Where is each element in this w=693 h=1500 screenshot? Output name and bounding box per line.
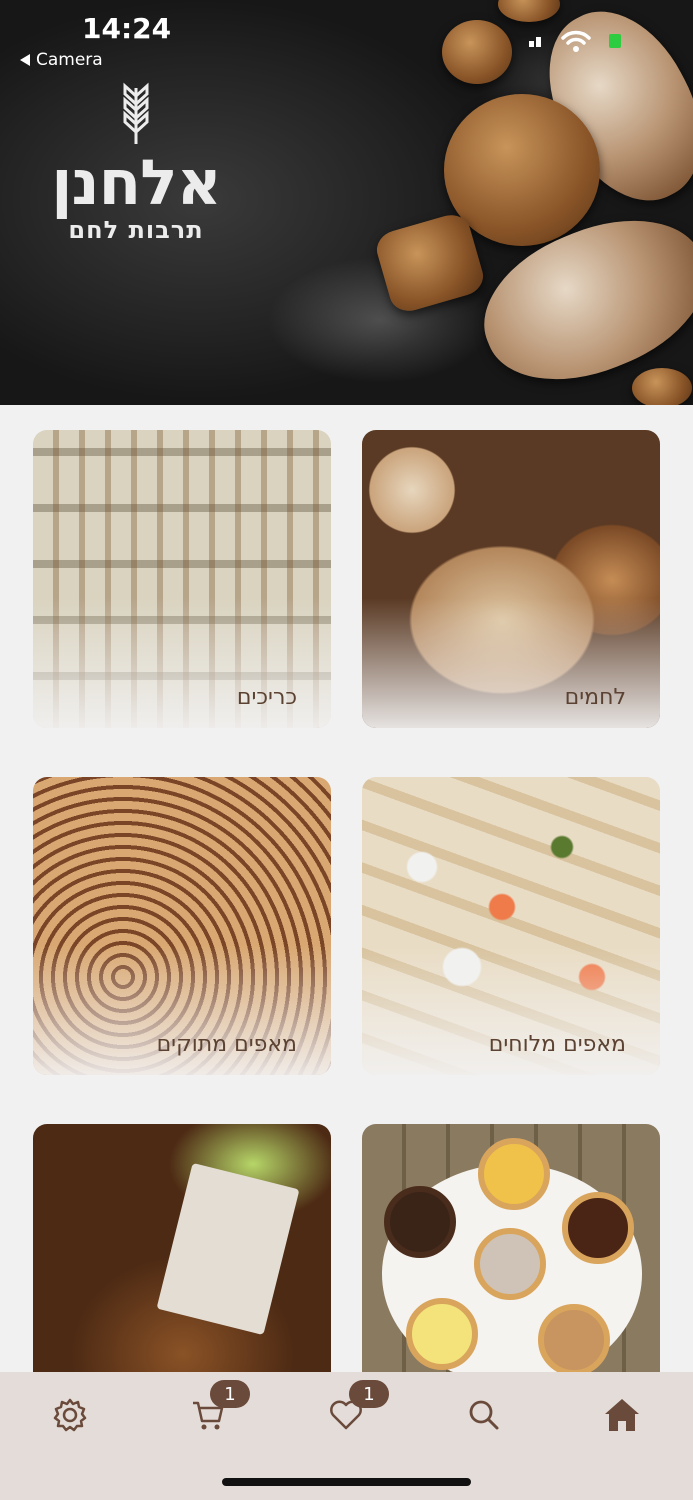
- category-label: מאפים מלוחים: [488, 1032, 626, 1057]
- cart-count-badge: 1: [210, 1380, 250, 1408]
- home-tab[interactable]: [592, 1390, 652, 1440]
- category-tile-sandwiches[interactable]: כריכים: [33, 430, 331, 728]
- tart-image: [406, 1298, 478, 1370]
- tart-image: [562, 1192, 634, 1264]
- brand-tagline: תרבות לחם: [68, 216, 204, 244]
- brand-name: אלחנן: [51, 146, 222, 219]
- wifi-icon: [561, 30, 591, 52]
- gift-tag-image: [156, 1162, 300, 1336]
- status-icons: [529, 30, 621, 52]
- back-label: Camera: [36, 50, 103, 70]
- category-tile-sweet-pastries[interactable]: מאפים מתוקים: [33, 777, 331, 1075]
- favorites-count-badge: 1: [349, 1380, 389, 1408]
- category-label: מאפים מתוקים: [156, 1032, 297, 1057]
- hero-banner: 14:24 Camera אלחנן תרבות לחם: [0, 0, 693, 405]
- back-to-camera-link[interactable]: Camera: [20, 50, 103, 70]
- category-label: כריכים: [236, 685, 297, 710]
- category-tile-breads[interactable]: לחמים: [362, 430, 660, 728]
- battery-icon: [609, 34, 621, 48]
- signal-icon: [529, 35, 543, 47]
- tart-image: [538, 1304, 610, 1376]
- home-icon: [605, 1399, 639, 1431]
- bread-image: [498, 0, 560, 22]
- status-time: 14:24: [82, 12, 172, 45]
- tart-image: [478, 1138, 550, 1210]
- bread-image: [632, 368, 692, 405]
- category-tile-salty-pastries[interactable]: מאפים מלוחים: [362, 777, 660, 1075]
- search-icon: [469, 1400, 499, 1430]
- category-label: לחמים: [564, 685, 626, 710]
- search-tab[interactable]: [454, 1390, 514, 1440]
- tart-image: [474, 1228, 546, 1300]
- brand-logo: אלחנן תרבות לחם: [26, 82, 246, 244]
- back-arrow-icon: [20, 54, 30, 66]
- bread-image: [442, 20, 512, 84]
- tart-image: [384, 1186, 456, 1258]
- settings-tab[interactable]: [40, 1390, 100, 1440]
- wheat-icon: [123, 82, 149, 144]
- home-indicator: [222, 1478, 471, 1486]
- gear-icon: [53, 1398, 87, 1432]
